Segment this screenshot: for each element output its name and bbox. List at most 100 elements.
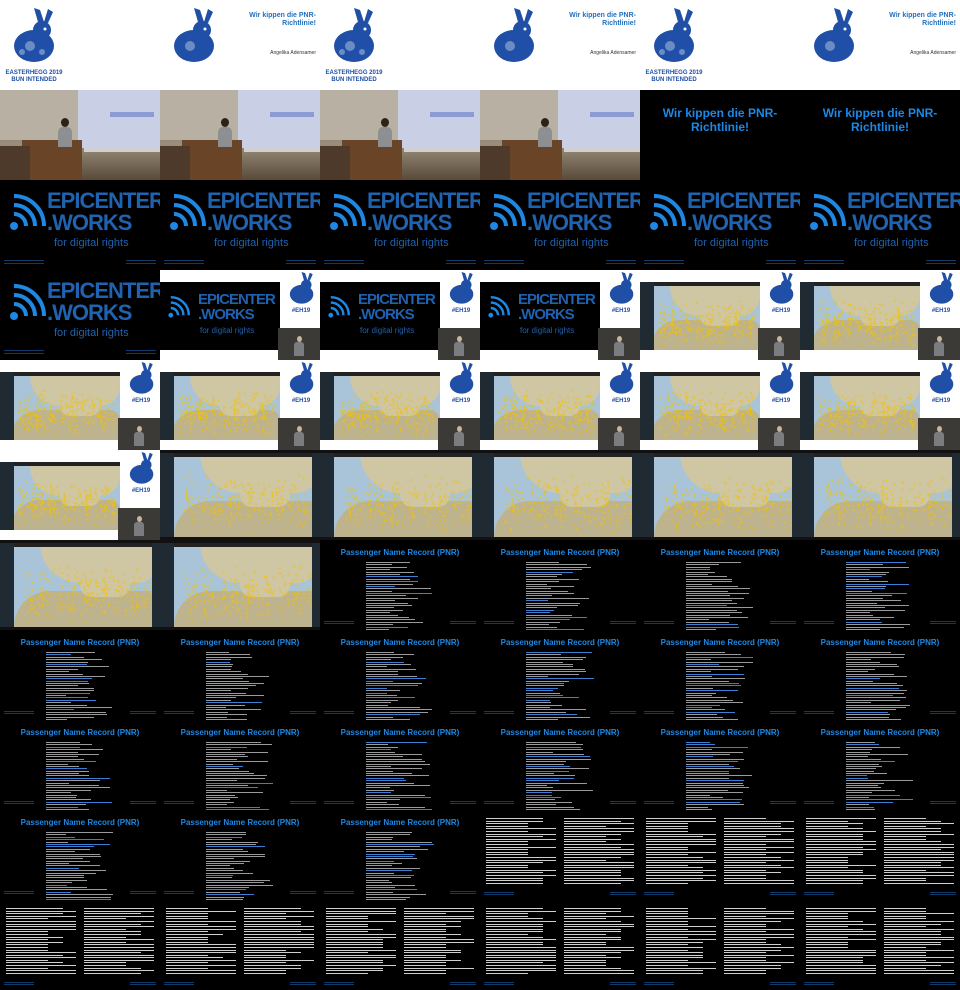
epicenter-works-frame: EPICENTER .WORKS for digital rights xyxy=(800,180,960,270)
epicenter-wifi-icon xyxy=(328,296,350,318)
plane-markers xyxy=(320,453,480,537)
rabbit-logo-icon xyxy=(449,272,474,304)
projection-screen xyxy=(78,90,160,148)
pnr-data-list-frame xyxy=(640,900,800,990)
contact-sheet-grid: EASTERHEGG 2019 BUN INTENDED Wir kippen … xyxy=(0,0,960,990)
event-motto: BUN INTENDED xyxy=(11,77,57,83)
list-column-right xyxy=(564,818,634,888)
pnr-record-text xyxy=(46,742,114,810)
epicenter-works-frame: EPICENTER .WORKS for digital rights xyxy=(320,180,480,270)
slide-footer-left xyxy=(324,621,354,624)
slide-footer-right xyxy=(130,801,156,804)
list-column-right xyxy=(84,908,154,978)
slide-footer-left xyxy=(804,260,844,264)
rabbit-logo-icon xyxy=(14,8,54,62)
pnr-slide-title: Passenger Name Record (PNR) xyxy=(820,548,940,557)
flight-map-view xyxy=(640,372,760,440)
plane-markers xyxy=(320,372,440,440)
slide-footer-left xyxy=(164,260,204,264)
stream-layout-frame: EPICENTER .WORKS for digital rights #EH1… xyxy=(320,270,480,360)
pnr-slide-frame: Passenger Name Record (PNR) xyxy=(160,630,320,720)
pnr-slide-title: Passenger Name Record (PNR) xyxy=(500,638,620,647)
epicenter-wifi-icon xyxy=(488,296,510,318)
title-slide-frame: Wir kippen die PNR-Richtlinie! Angelika … xyxy=(800,0,960,90)
rabbit-logo-icon xyxy=(129,362,154,394)
epicenter-wifi-icon xyxy=(10,194,46,230)
projection-screen xyxy=(558,90,640,148)
pnr-record-text xyxy=(686,652,754,720)
pnr-slide-title: Passenger Name Record (PNR) xyxy=(180,818,300,827)
rabbit-logo-icon xyxy=(449,362,474,394)
slide-footer-left xyxy=(804,892,834,895)
brand-suffix: .WORKS xyxy=(47,300,132,325)
flight-map-view xyxy=(160,453,320,537)
title-slide-frame: Wir kippen die PNR-Richtlinie! Angelika … xyxy=(160,0,320,90)
slide-footer-right xyxy=(770,801,796,804)
speaker-head xyxy=(61,118,69,127)
hashtag: #EH19 xyxy=(931,398,951,404)
epicenter-works-frame: EPICENTER .WORKS for digital rights xyxy=(640,180,800,270)
list-column-left xyxy=(486,908,556,978)
slide-footer-left xyxy=(484,621,514,624)
slide-footer-left xyxy=(4,891,34,894)
speaker-inset xyxy=(918,328,960,360)
pnr-record-text xyxy=(846,742,914,810)
brand-tagline: for digital rights xyxy=(54,237,129,249)
slide-footer-left xyxy=(4,982,34,985)
slide-footer-right xyxy=(606,260,636,264)
pnr-slide-frame: Passenger Name Record (PNR) xyxy=(640,630,800,720)
pnr-record-text xyxy=(366,742,434,810)
flight-map-view xyxy=(800,372,920,440)
plane-markers xyxy=(0,462,120,530)
epicenter-wifi-icon xyxy=(330,194,366,230)
pnr-data-list-frame xyxy=(800,810,960,900)
slide-footer-left xyxy=(164,891,194,894)
pnr-slide-title: Passenger Name Record (PNR) xyxy=(20,728,140,737)
pnr-slide-frame: Passenger Name Record (PNR) xyxy=(640,540,800,630)
plane-markers xyxy=(160,453,320,537)
flight-map-view xyxy=(480,372,600,440)
hashtag: #EH19 xyxy=(291,398,311,404)
projection-screen xyxy=(398,90,480,148)
talk-title: Wir kippen die PNR-Richtlinie! xyxy=(249,12,316,27)
rabbit-logo-icon xyxy=(609,362,634,394)
rabbit-logo-icon xyxy=(769,272,794,304)
speaker-inset xyxy=(758,328,800,360)
pnr-slide-title: Passenger Name Record (PNR) xyxy=(660,548,780,557)
hashtag: #EH19 xyxy=(291,308,311,314)
plane-markers xyxy=(800,453,960,537)
slide-footer-right xyxy=(446,260,476,264)
slide-footer-right xyxy=(126,350,156,354)
pnr-record-text xyxy=(846,562,914,630)
flight-map-view xyxy=(0,372,120,440)
slide-footer-right xyxy=(286,260,316,264)
pnr-slide-frame: Passenger Name Record (PNR) xyxy=(320,630,480,720)
talk-title: Wir kippen die PNR-Richtlinie! xyxy=(822,106,938,134)
lectern xyxy=(182,140,242,180)
stream-layout-map-frame: #EH19 xyxy=(800,270,960,360)
brand-tagline: for digital rights xyxy=(200,326,255,335)
slide-footer-left xyxy=(4,350,44,354)
slide-footer-right xyxy=(766,260,796,264)
rabbit-logo-icon xyxy=(929,362,954,394)
slide-footer-left xyxy=(484,711,514,714)
slide-footer-right xyxy=(450,801,476,804)
list-column-right xyxy=(884,818,954,888)
flight-map-frame xyxy=(640,450,800,540)
event-caption: EASTERHEGG 2019 BUN INTENDED xyxy=(4,70,64,84)
slide-footer-right xyxy=(930,621,956,624)
lectern xyxy=(502,140,562,180)
plane-markers xyxy=(160,543,320,627)
flight-map-view xyxy=(0,543,160,627)
slide-footer-right xyxy=(610,801,636,804)
speaker-name: Angelika Adensamer xyxy=(910,50,956,56)
rabbit-logo-icon xyxy=(289,272,314,304)
flight-map-frame xyxy=(0,540,160,630)
rabbit-logo-icon xyxy=(494,8,534,62)
pnr-slide-frame: Passenger Name Record (PNR) xyxy=(640,720,800,810)
slide-footer-right xyxy=(610,892,636,895)
speaker-inset xyxy=(438,418,480,450)
speaker-inset xyxy=(598,418,640,450)
plane-markers xyxy=(800,282,920,350)
brand-name: EPICENTER xyxy=(367,188,480,213)
